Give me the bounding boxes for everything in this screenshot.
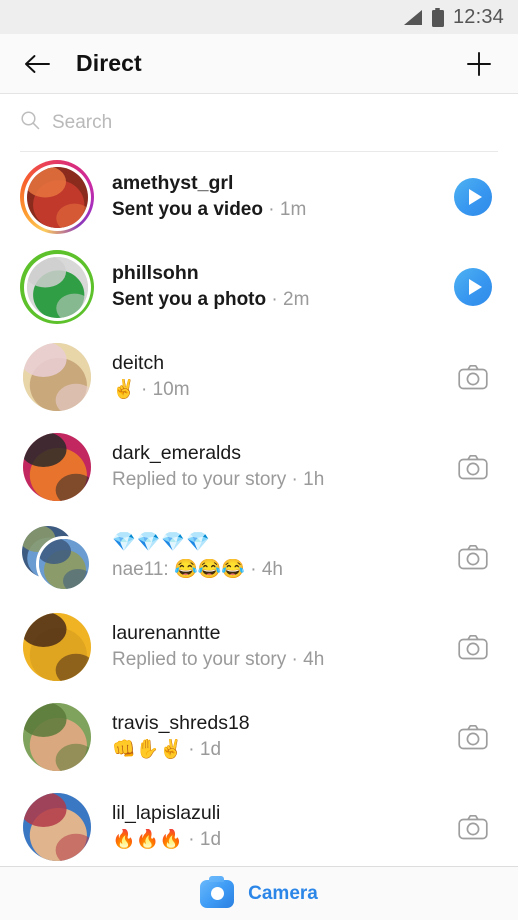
thread-preview-text: ✌️: [112, 379, 136, 401]
search-icon: [20, 110, 40, 135]
camera-outline-icon[interactable]: [450, 804, 496, 850]
thread-row[interactable]: lil_lapislazuli 🔥🔥🔥 · 1d: [0, 782, 518, 872]
play-icon: [454, 178, 492, 216]
thread-texts: phillsohn Sent you a photo · 2m: [112, 262, 450, 312]
thread-preview: ✌️ · 10m: [112, 379, 450, 402]
avatar[interactable]: [20, 700, 94, 774]
thread-texts: dark_emeralds Replied to your story · 1h: [112, 442, 450, 492]
group-avatar-primary: [36, 536, 92, 592]
thread-preview-text: Sent you a video: [112, 199, 263, 221]
thread-preview-text: Replied to your story: [112, 649, 287, 671]
thread-timestamp: 4h: [303, 649, 325, 671]
thread-separator: ·: [182, 739, 200, 761]
camera-outline-icon[interactable]: [450, 534, 496, 580]
group-avatar[interactable]: [20, 520, 94, 594]
thread-preview-text: 🔥🔥🔥: [112, 829, 183, 851]
app-header: Direct: [0, 34, 518, 94]
avatar-image: [26, 256, 88, 318]
thread-preview-text: nae11: 😂😂😂: [112, 559, 245, 580]
thread-username: lil_lapislazuli: [112, 801, 221, 824]
plus-icon[interactable]: [462, 47, 496, 81]
camera-label: Camera: [248, 882, 318, 904]
thread-row[interactable]: dark_emeralds Replied to your story · 1h: [0, 422, 518, 512]
thread-preview: 🔥🔥🔥 · 1d: [112, 829, 450, 852]
thread-texts: laurenanntte Replied to your story · 4h: [112, 622, 450, 672]
thread-timestamp: 2m: [283, 289, 310, 311]
camera-bar[interactable]: Camera: [0, 866, 518, 920]
thread-separator: ·: [262, 199, 280, 221]
thread-timestamp: 1m: [279, 199, 307, 221]
search-input[interactable]: Search: [52, 112, 112, 134]
thread-row[interactable]: travis_shreds18 👊✋✌️ · 1d: [0, 692, 518, 782]
camera-outline-icon[interactable]: [450, 354, 496, 400]
thread-preview-text: Sent you a photo: [112, 289, 267, 311]
thread-separator: ·: [286, 649, 304, 671]
thread-preview: Sent you a photo · 2m: [112, 289, 450, 312]
play-button[interactable]: [450, 174, 496, 220]
thread-preview-text: 👊✋✌️: [112, 739, 183, 761]
status-bar: 12:34: [0, 0, 518, 34]
thread-timestamp: 1d: [199, 829, 222, 851]
direct-messages-screen: 12:34 Direct Search amethyst_grl Sent yo…: [0, 0, 518, 920]
thread-username: amethyst_grl: [112, 171, 234, 194]
thread-preview: Replied to your story · 1h: [112, 469, 450, 492]
back-arrow-icon[interactable]: [20, 47, 54, 81]
thread-preview: 👊✋✌️ · 1d: [112, 739, 450, 762]
camera-icon: [200, 875, 235, 908]
thread-username: travis_shreds18: [112, 711, 250, 734]
thread-username: laurenanntte: [112, 621, 221, 644]
thread-separator: ·: [286, 469, 304, 491]
thread-preview: nae11: 😂😂😂 · 4h: [112, 559, 450, 582]
avatar-image: [23, 793, 91, 861]
signal-icon: [402, 9, 423, 26]
avatar[interactable]: [20, 160, 94, 234]
avatar[interactable]: [20, 430, 94, 504]
search-bar[interactable]: Search: [20, 94, 498, 152]
avatar-image: [26, 166, 88, 228]
avatar-image: [23, 613, 91, 681]
thread-row[interactable]: 💎💎💎💎 nae11: 😂😂😂 · 4h: [0, 512, 518, 602]
thread-row[interactable]: laurenanntte Replied to your story · 4h: [0, 602, 518, 692]
thread-row[interactable]: amethyst_grl Sent you a video · 1m: [0, 152, 518, 242]
thread-texts: 💎💎💎💎 nae11: 😂😂😂 · 4h: [112, 532, 450, 582]
thread-list: amethyst_grl Sent you a video · 1m phillso…: [0, 152, 518, 872]
avatar-image: [23, 343, 91, 411]
battery-icon: [431, 7, 444, 27]
thread-preview: Replied to your story · 4h: [112, 649, 450, 672]
camera-outline-icon[interactable]: [450, 444, 496, 490]
thread-username: deitch: [112, 351, 165, 374]
thread-texts: deitch ✌️ · 10m: [112, 352, 450, 402]
thread-separator: ·: [266, 289, 283, 311]
camera-outline-icon[interactable]: [450, 714, 496, 760]
thread-username: dark_emeralds: [112, 441, 241, 464]
avatar[interactable]: [20, 790, 94, 864]
thread-preview-text: Replied to your story: [112, 469, 287, 491]
thread-timestamp: 1h: [303, 469, 325, 491]
thread-timestamp: 4h: [261, 559, 283, 580]
avatar[interactable]: [20, 340, 94, 414]
thread-timestamp: 1d: [199, 739, 222, 761]
avatar[interactable]: [20, 250, 94, 324]
avatar-image: [23, 703, 91, 771]
thread-timestamp: 10m: [152, 379, 190, 401]
play-icon: [454, 268, 492, 306]
search-section: Search: [0, 94, 518, 152]
page-title: Direct: [76, 50, 142, 76]
thread-texts: amethyst_grl Sent you a video · 1m: [112, 172, 450, 222]
thread-texts: travis_shreds18 👊✋✌️ · 1d: [112, 712, 450, 762]
thread-row[interactable]: deitch ✌️ · 10m: [0, 332, 518, 422]
thread-texts: lil_lapislazuli 🔥🔥🔥 · 1d: [112, 802, 450, 852]
thread-separator: ·: [244, 559, 262, 580]
camera-outline-icon[interactable]: [450, 624, 496, 670]
thread-separator: ·: [182, 829, 200, 851]
status-bar-time: 12:34: [452, 5, 504, 28]
thread-username: phillsohn: [112, 261, 199, 284]
avatar-image: [23, 433, 91, 501]
thread-username: 💎💎💎💎: [112, 532, 211, 554]
avatar[interactable]: [20, 610, 94, 684]
thread-preview: Sent you a video · 1m: [112, 199, 450, 222]
thread-row[interactable]: phillsohn Sent you a photo · 2m: [0, 242, 518, 332]
thread-separator: ·: [135, 379, 153, 401]
play-button[interactable]: [450, 264, 496, 310]
